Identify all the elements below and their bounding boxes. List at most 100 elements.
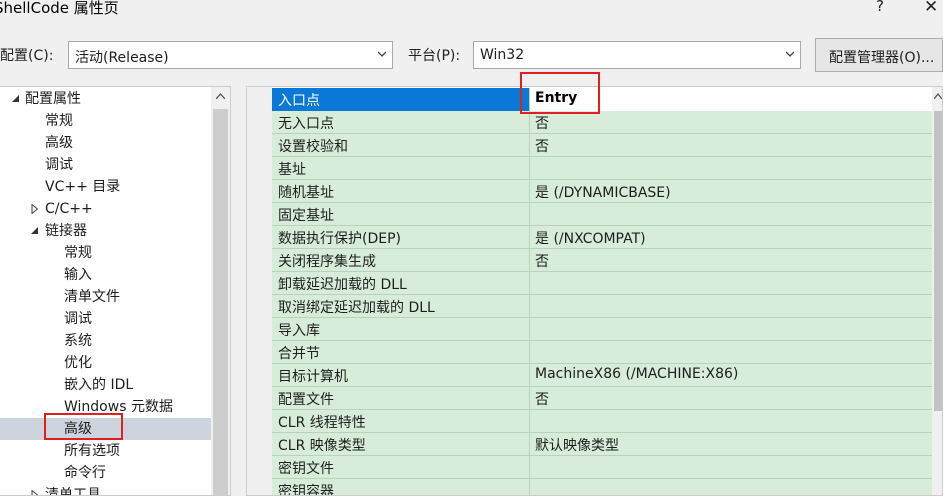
property-row[interactable]: CLR 映像类型 默认映像类型 [272,433,932,456]
tree-node-label: 高级 [45,135,73,151]
config-manager-button[interactable]: 配置管理器(O)... [815,38,943,72]
tree-node[interactable]: 嵌入的 IDL [0,374,211,396]
column-divider [529,341,530,364]
property-value: MachineX86 (/MACHINE:X86) [535,366,739,382]
highlight-box-advanced [44,413,123,440]
help-button[interactable]: ? [876,0,884,15]
property-name: 密钥文件 [278,461,334,477]
tree-node-label: 常规 [64,245,92,261]
column-divider [529,318,530,341]
property-row[interactable]: 固定基址 [272,203,932,226]
column-divider [529,111,530,134]
property-name: 卸载延迟加载的 DLL [278,277,407,293]
collapsed-triangle-icon[interactable] [30,204,40,214]
property-value: 否 [535,254,549,270]
tree-scroll-thumb[interactable] [213,109,228,495]
tree-node[interactable]: VC++ 目录 [0,176,211,198]
property-grid: 入口点 Entry 无入口点否设置校验和否基址随机基址 是 (/DYNAMICBASE… [246,86,943,496]
column-divider [529,364,530,387]
property-row[interactable]: 关闭程序集生成 否 [272,249,932,272]
tree-scrollbar[interactable] [211,87,230,495]
tree-node[interactable]: 配置属性 [0,88,211,110]
property-name: 密钥容器 [278,484,334,496]
tree-node-label: 命令行 [64,465,106,481]
property-row[interactable]: 设置校验和 否 [272,134,932,157]
tree-node[interactable]: 调试 [0,154,211,176]
property-value: 否 [535,116,549,132]
platform-dropdown-value: Win32 [480,47,525,63]
tree-node[interactable]: 常规 [0,110,211,132]
tree-node[interactable]: C/C++ [0,198,211,220]
property-row[interactable]: 密钥容器 [272,479,932,496]
highlight-box-entry [520,72,600,114]
tree-node[interactable]: 调试 [0,308,211,330]
property-row[interactable]: 数据执行保护(DEP) 是 (/NXCOMPAT) [272,226,932,249]
tree-node-label: VC++ 目录 [45,179,121,195]
property-row[interactable]: 入口点 Entry [272,88,942,111]
grid-gutter [247,87,272,495]
tree-node-label: 系统 [64,333,92,349]
property-row[interactable]: 取消绑定延迟加载的 DLL [272,295,932,318]
tree-node[interactable]: 系统 [0,330,211,352]
property-row[interactable]: CLR 线程特性 [272,410,932,433]
column-divider [529,387,530,410]
property-name: 固定基址 [278,208,334,224]
tree-node-label: 输入 [64,267,92,283]
property-row[interactable]: 卸载延迟加载的 DLL [272,272,932,295]
expanded-triangle-icon[interactable] [30,226,40,236]
property-row[interactable]: 基址 [272,157,932,180]
tree-node[interactable]: 命令行 [0,462,211,484]
config-dropdown-value: 活动(Release) [75,50,169,66]
property-name: 随机基址 [278,185,334,201]
property-value: 否 [535,139,549,155]
collapsed-triangle-icon[interactable] [30,490,40,496]
config-manager-button-label: 配置管理器(O)... [829,50,935,66]
tree-node-label: 清单文件 [64,289,120,305]
close-button[interactable]: ✕ [924,0,938,17]
config-dropdown[interactable]: 活动(Release) [68,41,393,69]
property-name: 基址 [278,162,306,178]
grid-scroll-thumb[interactable] [934,111,942,411]
property-row[interactable]: 目标计算机 MachineX86 (/MACHINE:X86) [272,364,932,387]
tree-node[interactable]: 链接器 [0,220,211,242]
property-row[interactable]: 导入库 [272,318,932,341]
column-divider [529,249,530,272]
property-name: 目标计算机 [278,369,348,385]
property-name: 关闭程序集生成 [278,254,376,270]
platform-label: 平台(P): [408,48,461,64]
grid-scrollbar[interactable] [932,87,942,495]
property-value: 是 (/NXCOMPAT) [535,231,646,247]
property-name: 合并节 [278,346,320,362]
property-value: 否 [535,392,549,408]
tree-node-label: 调试 [45,157,73,173]
property-row[interactable]: 密钥文件 [272,456,932,479]
property-name: 入口点 [278,93,320,109]
tree-node[interactable]: 清单工具 [0,484,211,496]
tree-node[interactable]: 清单文件 [0,286,211,308]
tree-node[interactable]: 所有选项 [0,440,211,462]
column-divider [529,410,530,433]
property-value: 是 (/DYNAMICBASE) [535,185,671,201]
property-row[interactable]: 配置文件 否 [272,387,932,410]
property-row[interactable]: 合并节 [272,341,932,364]
tree-node-label: 调试 [64,311,92,327]
tree-node[interactable]: 常规 [0,242,211,264]
tree-node-label: C/C++ [45,201,93,217]
chevron-down-icon [378,51,386,57]
column-divider [529,272,530,295]
tree-node[interactable]: 优化 [0,352,211,374]
platform-dropdown[interactable]: Win32 [473,41,801,69]
expanded-triangle-icon[interactable] [11,94,21,104]
property-name: 取消绑定延迟加载的 DLL [278,300,435,316]
tree-node[interactable]: 输入 [0,264,211,286]
property-name: 配置文件 [278,392,334,408]
chevron-up-icon[interactable] [934,93,942,99]
tree-node[interactable]: 高级 [0,132,211,154]
property-row[interactable]: 随机基址 是 (/DYNAMICBASE) [272,180,932,203]
window-title: ShellCode 属性页 [0,0,119,17]
column-divider [529,295,530,318]
property-row[interactable]: 无入口点 否 [272,111,932,134]
tree-node-label: 清单工具 [45,487,101,496]
property-name: CLR 线程特性 [278,415,366,431]
chevron-up-icon[interactable] [216,93,225,99]
